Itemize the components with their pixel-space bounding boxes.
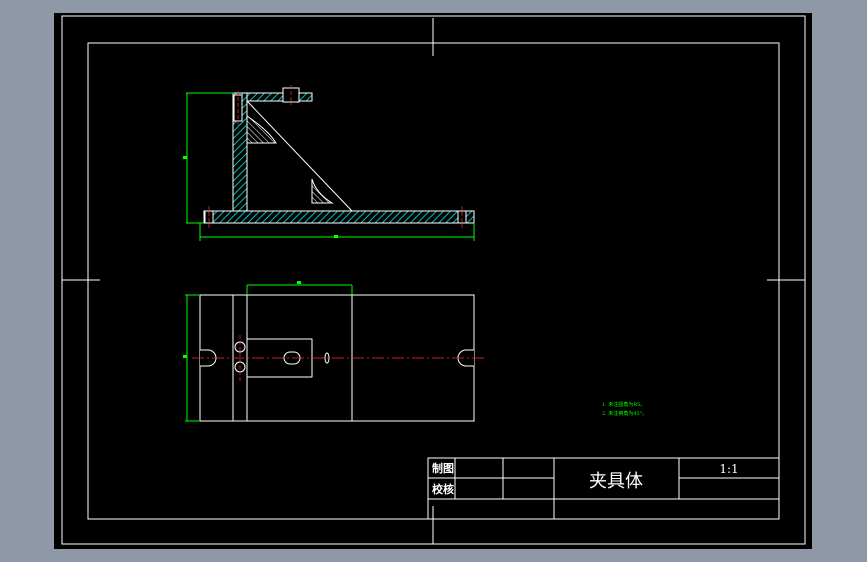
drawing-canvas: 1. 未注圆角为R5。 2. 未注倒角为45°。 制图 校核 夹具体 1:1	[61, 15, 806, 545]
part-name: 夹具体	[589, 471, 643, 492]
front-view	[183, 85, 475, 241]
weld-upper	[246, 115, 277, 144]
top-view	[183, 281, 484, 422]
gusset-edge	[246, 100, 353, 212]
note-line-1: 1. 未注圆角为R5。	[602, 401, 645, 408]
top-arm	[246, 92, 313, 102]
inner-border	[87, 42, 780, 520]
cad-viewport[interactable]: 1. 未注圆角为R5。 2. 未注倒角为45°。 制图 校核 夹具体 1:1	[54, 13, 812, 549]
checked-by-label: 校核	[432, 482, 454, 496]
technical-notes: 1. 未注圆角为R5。 2. 未注倒角为45°。	[602, 401, 647, 417]
base-plate-section	[203, 210, 475, 224]
drawn-by-label: 制图	[432, 461, 454, 475]
note-line-2: 2. 未注倒角为45°。	[602, 410, 647, 417]
weld-lower	[311, 178, 334, 204]
scale-value: 1:1	[719, 462, 738, 476]
